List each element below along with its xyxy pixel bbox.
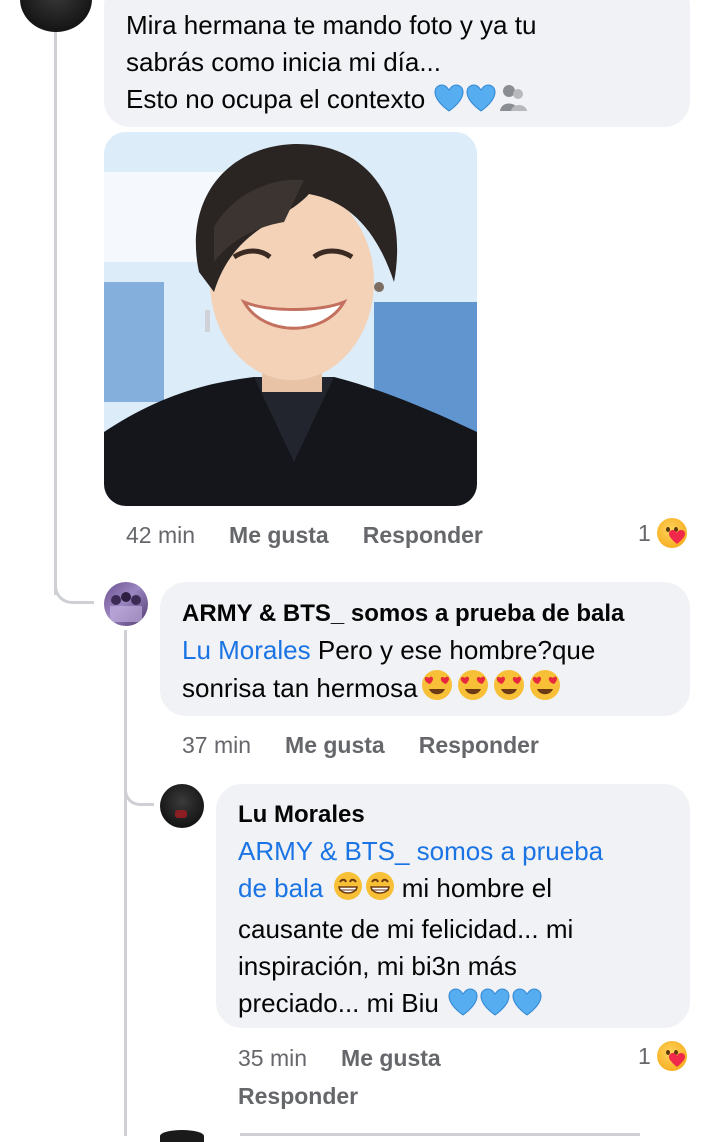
like-button[interactable]: Me gusta [285, 732, 385, 758]
comment-text-line: de bala mi hombre el [238, 870, 603, 911]
reply-button[interactable]: Responder [419, 732, 539, 758]
heart-eyes-emoji-icon [456, 669, 490, 711]
blue-heart-icon [466, 84, 496, 122]
heart-eyes-emoji-icon [528, 669, 562, 711]
comment-bubble-top: Mira hermana te mando foto y ya tu sabrá… [104, 0, 690, 127]
comment-meta-reply2-row2: Responder [238, 1083, 358, 1110]
comment-text-line: preciado... mi Biu [238, 985, 603, 1026]
thread-line-reply [124, 630, 127, 1136]
blue-heart-icon [434, 84, 464, 122]
photo-illustration [104, 132, 477, 506]
care-reaction-icon [656, 1041, 687, 1071]
comment-text-line: Lu Morales Pero y ese hombre?que [182, 635, 596, 665]
comment-meta-top: 42 min Me gusta Responder [126, 522, 483, 549]
care-reaction-icon [656, 518, 687, 548]
thread-line-elbow-1 [54, 570, 94, 604]
reply-bubble-lu-morales: Lu Morales ARMY & BTS_ somos a prueba de… [216, 784, 690, 1028]
reaction-summary-top[interactable]: 1 [638, 518, 687, 548]
grinning-emoji-icon [333, 871, 363, 911]
reply-button[interactable]: Responder [238, 1083, 358, 1109]
comment-meta-reply1: 37 min Me gusta Responder [182, 732, 539, 759]
reaction-count: 1 [638, 519, 651, 546]
comment-author[interactable]: ARMY & BTS_ somos a prueba de bala [182, 600, 624, 628]
thread-line-elbow-2 [124, 774, 154, 806]
reaction-count: 1 [638, 1042, 651, 1069]
avatar-lu-morales-top[interactable] [20, 0, 92, 32]
comment-text-line: Mira hermana te mando foto y ya tu [126, 10, 537, 40]
blue-heart-icon [480, 988, 510, 1026]
mention-link[interactable]: Lu Morales [182, 635, 311, 665]
comment-text-line: causante de mi felicidad... mi [238, 914, 574, 944]
heart-eyes-emoji-icon [420, 669, 454, 711]
hugging-person-icon [498, 82, 528, 122]
comment-author[interactable]: Lu Morales [238, 801, 365, 829]
next-comment-edge [160, 1130, 204, 1142]
comment-time: 42 min [126, 522, 196, 548]
mention-link[interactable]: de bala [238, 873, 323, 903]
like-button[interactable]: Me gusta [229, 522, 329, 548]
attached-photo[interactable] [104, 132, 477, 506]
avatar-lu-morales[interactable] [160, 784, 204, 828]
reaction-summary-reply2[interactable]: 1 [638, 1041, 687, 1071]
comment-text-line: sonrisa tan hermosa [182, 669, 595, 711]
comment-meta-reply2: 35 min Me gusta [238, 1045, 441, 1072]
blue-heart-icon [448, 988, 478, 1026]
mention-link[interactable]: ARMY & BTS_ somos a prueba [238, 833, 603, 870]
like-button[interactable]: Me gusta [341, 1045, 441, 1071]
avatar-army-bts[interactable] [104, 582, 148, 626]
blue-heart-icon [512, 988, 542, 1026]
comment-text-line: inspiración, mi bi3n más [238, 951, 517, 981]
heart-eyes-emoji-icon [492, 669, 526, 711]
comment-time: 37 min [182, 732, 252, 758]
reply-button[interactable]: Responder [363, 522, 483, 548]
comment-time: 35 min [238, 1045, 308, 1071]
comment-text-line: sabrás como inicia mi día... [126, 47, 442, 77]
reply-bubble-army-bts: ARMY & BTS_ somos a prueba de bala Lu Mo… [160, 582, 690, 716]
comment-text-line: Esto no ocupa el contexto [126, 81, 536, 122]
thread-line-main [54, 32, 57, 595]
grinning-emoji-icon [365, 871, 395, 911]
